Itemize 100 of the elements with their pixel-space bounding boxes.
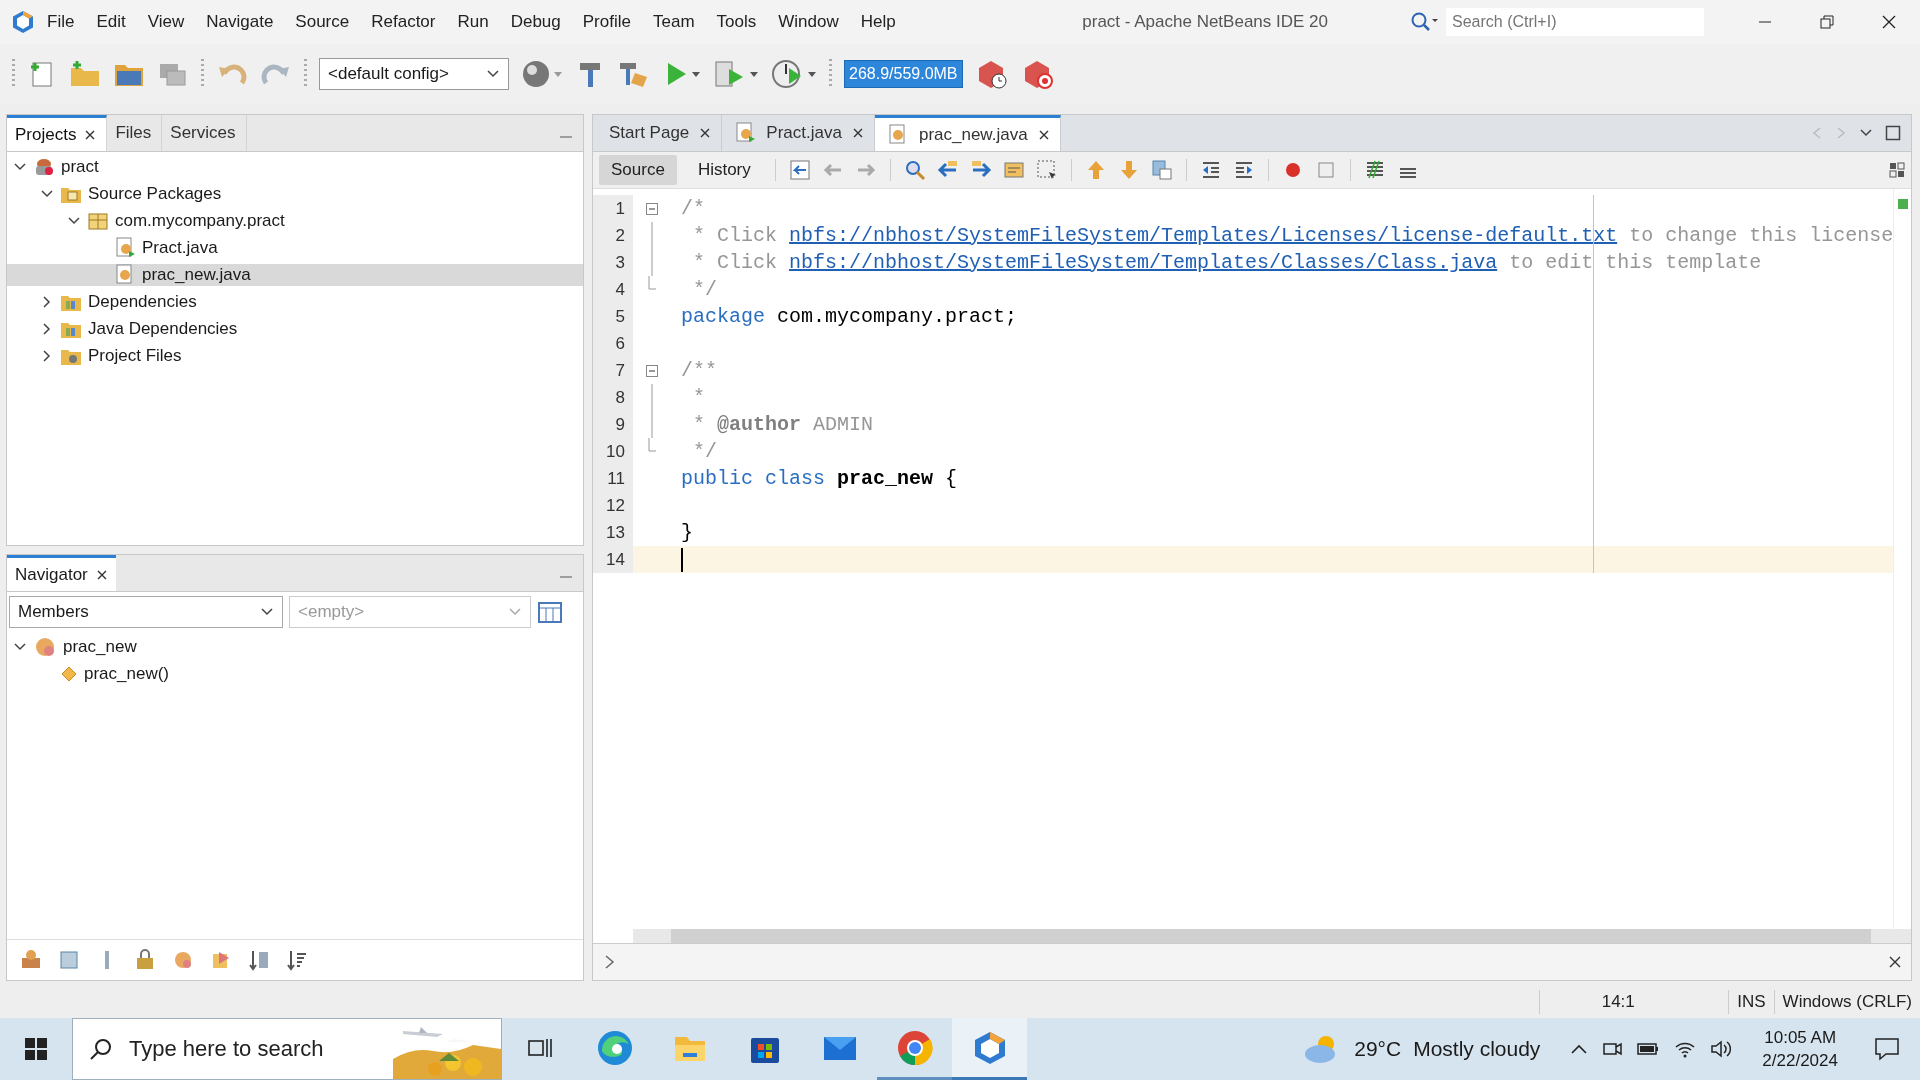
menu-item[interactable]: Help bbox=[849, 12, 907, 32]
square-icon[interactable] bbox=[57, 948, 81, 972]
search-icon[interactable] bbox=[1410, 11, 1440, 33]
weather-condition: Mostly cloudy bbox=[1413, 1037, 1541, 1061]
tree-row[interactable]: Project Files bbox=[7, 345, 583, 367]
caret-icon bbox=[553, 69, 563, 79]
editor-tab[interactable]: Start Page bbox=[597, 115, 723, 151]
memory-meter[interactable]: 268.9/559.0MB bbox=[844, 60, 963, 88]
line-endings: Windows (CRLF) bbox=[1773, 989, 1920, 1014]
line-number: 10 bbox=[593, 438, 633, 465]
close-icon[interactable] bbox=[95, 568, 108, 581]
diamond-icon bbox=[60, 665, 78, 683]
collapse-icon[interactable] bbox=[645, 201, 659, 216]
menu-item[interactable]: Window bbox=[767, 12, 850, 32]
view-tab[interactable]: Source bbox=[599, 155, 677, 185]
collapse-icon[interactable] bbox=[645, 363, 659, 378]
tree-row[interactable]: Source Packages bbox=[7, 183, 583, 205]
tree-row[interactable]: pract bbox=[7, 156, 583, 178]
menu-item[interactable]: Team bbox=[641, 12, 706, 32]
code-line: /** bbox=[680, 358, 717, 384]
view-tab[interactable]: History bbox=[685, 155, 763, 185]
code-line: */ bbox=[692, 277, 717, 303]
editor-tab[interactable]: prac_new.java bbox=[874, 115, 1061, 151]
fold-end-icon bbox=[648, 438, 656, 452]
close-icon[interactable] bbox=[84, 128, 97, 141]
close-icon[interactable] bbox=[1880, 13, 1898, 31]
line-number: 13 bbox=[593, 519, 633, 546]
cursor-position: 14:1 bbox=[1539, 989, 1697, 1014]
panel-tab[interactable]: Navigator bbox=[7, 555, 116, 591]
line-number: 6 bbox=[593, 330, 633, 357]
close-icon[interactable] bbox=[699, 127, 712, 139]
maximize-icon[interactable] bbox=[1885, 125, 1901, 141]
menu-item[interactable]: Tools bbox=[705, 12, 768, 32]
filter-dropdown[interactable]: Members bbox=[9, 596, 283, 628]
code-line: * bbox=[692, 385, 705, 411]
horizontal-scrollbar[interactable] bbox=[633, 929, 1911, 943]
clock-time[interactable]: 10:05 AM bbox=[1764, 1027, 1837, 1048]
menu-item[interactable]: Run bbox=[446, 12, 500, 32]
line-number: 14 bbox=[593, 546, 633, 573]
menu-item[interactable]: File bbox=[36, 12, 86, 32]
taskbar-search-field[interactable]: Type here to search bbox=[72, 1018, 502, 1080]
code-line: public class prac_new { bbox=[680, 466, 958, 492]
menu-item[interactable]: Profile bbox=[571, 12, 642, 32]
code-line: /* bbox=[680, 196, 705, 222]
tree-item[interactable]: prac_new bbox=[63, 637, 137, 657]
insert-mode: INS bbox=[1728, 989, 1774, 1014]
notification-icon[interactable] bbox=[1874, 1036, 1900, 1062]
close-icon[interactable] bbox=[1037, 128, 1050, 141]
line-number: 12 bbox=[593, 492, 633, 519]
menu-item[interactable]: Debug bbox=[499, 12, 572, 32]
chevron-right-icon[interactable] bbox=[603, 954, 617, 970]
config-dropdown[interactable]: <default config> bbox=[319, 58, 509, 90]
tree-row[interactable]: Dependencies bbox=[7, 291, 583, 313]
tree-item-label: Java Dependencies bbox=[88, 319, 238, 339]
clock-date[interactable]: 2/22/2024 bbox=[1762, 1050, 1838, 1071]
windows-logo-icon[interactable] bbox=[24, 1037, 48, 1061]
tree-row[interactable]: Java Dependencies bbox=[7, 318, 583, 340]
menu-item[interactable]: View bbox=[136, 12, 196, 32]
code-line: * Click nbfs://nbhost/SystemFileSystem/Templates/Classes/Class.java to edit this template bbox=[692, 250, 1762, 276]
volume-icon[interactable] bbox=[1710, 1039, 1733, 1059]
tree-row[interactable]: prac_new.java bbox=[7, 264, 583, 286]
menu-item[interactable]: Navigate bbox=[195, 12, 285, 32]
code-line: } bbox=[680, 520, 693, 546]
line-number: 3 bbox=[593, 249, 633, 276]
editor-tab[interactable]: Pract.java bbox=[722, 115, 875, 151]
tree-item[interactable]: prac_new() bbox=[84, 664, 170, 684]
code-line: */ bbox=[692, 439, 717, 465]
fold-end-icon bbox=[648, 276, 656, 290]
taskbar-app[interactable] bbox=[952, 1018, 1027, 1080]
tree-row[interactable]: com.mycompany.pract bbox=[7, 210, 583, 232]
search-field[interactable]: Search (Ctrl+I) bbox=[1446, 8, 1704, 36]
tree-item-label: Project Files bbox=[88, 346, 182, 366]
temperature: 29°C bbox=[1354, 1037, 1402, 1061]
tree-item-label: prac_new.java bbox=[142, 265, 251, 285]
grid-icon[interactable] bbox=[1889, 162, 1905, 178]
tree-item-label: Source Packages bbox=[88, 184, 222, 204]
line-number: 11 bbox=[593, 465, 633, 492]
new-folder-icon[interactable] bbox=[69, 59, 101, 89]
browser-icon bbox=[895, 1028, 934, 1067]
status-ok-icon bbox=[1897, 199, 1908, 209]
code-line: * @author ADMIN bbox=[692, 412, 874, 438]
text-cursor bbox=[681, 547, 683, 572]
panel-tab[interactable]: Projects bbox=[7, 115, 108, 151]
code-line: package com.mycompany.pract; bbox=[680, 304, 1018, 330]
panel-tab[interactable]: Services bbox=[162, 115, 247, 151]
sort-alpha-icon[interactable] bbox=[247, 948, 271, 972]
sort-icon[interactable] bbox=[285, 948, 309, 972]
restore-icon[interactable] bbox=[1818, 13, 1836, 31]
search-placeholder: Type here to search bbox=[129, 1036, 324, 1062]
caret-icon bbox=[749, 69, 759, 79]
menu-item[interactable]: Source bbox=[284, 12, 361, 32]
menu-item[interactable]: Refactor bbox=[360, 12, 447, 32]
line-number: 7 bbox=[593, 357, 633, 384]
panel-tab[interactable]: Files bbox=[107, 115, 163, 151]
close-icon[interactable] bbox=[851, 127, 864, 139]
caret-icon bbox=[807, 69, 817, 79]
tree-row[interactable]: Pract.java bbox=[7, 237, 583, 259]
menu-item[interactable]: Edit bbox=[85, 12, 137, 32]
close-icon[interactable] bbox=[1889, 956, 1901, 968]
globe-icon[interactable] bbox=[521, 59, 551, 89]
